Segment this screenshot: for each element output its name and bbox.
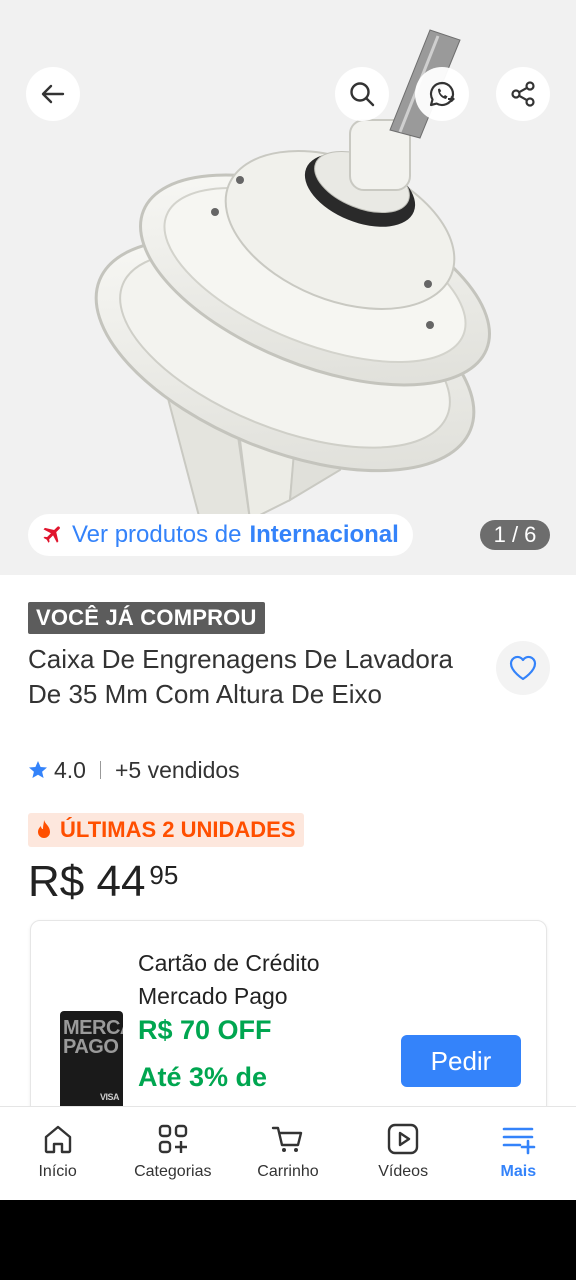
back-arrow-icon <box>41 84 65 104</box>
product-title: Caixa De Engrenagens De Lavadora De 35 M… <box>28 644 453 709</box>
share-icon <box>511 81 535 107</box>
rating-value: 4.0 <box>54 756 86 783</box>
cart-icon <box>271 1126 303 1152</box>
nav-label-carrinho: Carrinho <box>257 1163 319 1180</box>
divider <box>99 761 101 779</box>
promo-discount: R$ 70 OFF <box>138 1015 272 1045</box>
order-card-button[interactable]: Pedir <box>401 1035 521 1087</box>
international-label: Internacional <box>249 521 399 548</box>
international-products-link[interactable]: Ver produtos de Internacional <box>28 514 413 556</box>
nav-label-categorias: Categorias <box>134 1163 212 1180</box>
nav-item-videos[interactable]: Vídeos <box>346 1107 461 1200</box>
airplane-icon <box>43 526 60 543</box>
already-bought-badge: VOCÊ JÁ COMPROU <box>28 602 265 634</box>
card-brand-text: MERCADO PAGO <box>63 1017 123 1058</box>
nav-item-categorias[interactable]: Categorias <box>115 1107 230 1200</box>
nav-item-carrinho[interactable]: Carrinho <box>230 1107 345 1200</box>
image-gallery[interactable]: Ver produtos de Internacional 1 / 6 <box>0 0 576 575</box>
international-prefix: Ver produtos de <box>72 521 242 548</box>
price-main: R$ 44 <box>28 857 146 906</box>
card-network: VISA <box>99 1092 120 1102</box>
price: R$ 44 95 <box>28 856 178 908</box>
product-image[interactable] <box>0 0 576 575</box>
stock-tag: ÚLTIMAS 2 UNIDADES <box>28 813 304 847</box>
categories-icon <box>158 1124 187 1154</box>
mercado-pago-card-image: MERCADO PAGO VISA <box>60 1011 123 1111</box>
stock-text: ÚLTIMAS 2 UNIDADES <box>60 817 296 842</box>
nav-item-mais[interactable]: Mais <box>461 1107 576 1200</box>
favorite-button[interactable] <box>496 641 550 695</box>
rating-row[interactable]: 4.0 +5 vendidos <box>28 754 240 786</box>
heart-icon <box>509 655 537 681</box>
whatsapp-share-button[interactable] <box>415 67 469 121</box>
nav-label-videos: Vídeos <box>378 1163 429 1180</box>
bottom-nav: Início Categorias Carrinho Vídeos Mais <box>0 1106 576 1200</box>
nav-item-inicio[interactable]: Início <box>0 1107 115 1200</box>
search-icon <box>350 82 375 107</box>
search-button[interactable] <box>335 67 389 121</box>
whatsapp-share-icon <box>429 81 455 107</box>
share-button[interactable] <box>496 67 550 121</box>
home-icon <box>44 1125 71 1154</box>
product-page: Ver produtos de Internacional 1 / 6 VOCÊ… <box>0 0 576 1200</box>
price-cents: 95 <box>149 860 179 890</box>
nav-label-inicio: Início <box>38 1163 77 1180</box>
star-icon <box>29 761 47 778</box>
nav-label-mais: Mais <box>500 1163 537 1180</box>
image-counter: 1 / 6 <box>480 520 550 550</box>
video-icon <box>387 1123 419 1155</box>
menu-plus-icon <box>503 1127 536 1155</box>
back-button[interactable] <box>26 67 80 121</box>
flame-icon <box>38 820 50 838</box>
sold-count: +5 vendidos <box>114 756 240 783</box>
promo-title: Cartão de Crédito Mercado Pago <box>138 950 320 1009</box>
